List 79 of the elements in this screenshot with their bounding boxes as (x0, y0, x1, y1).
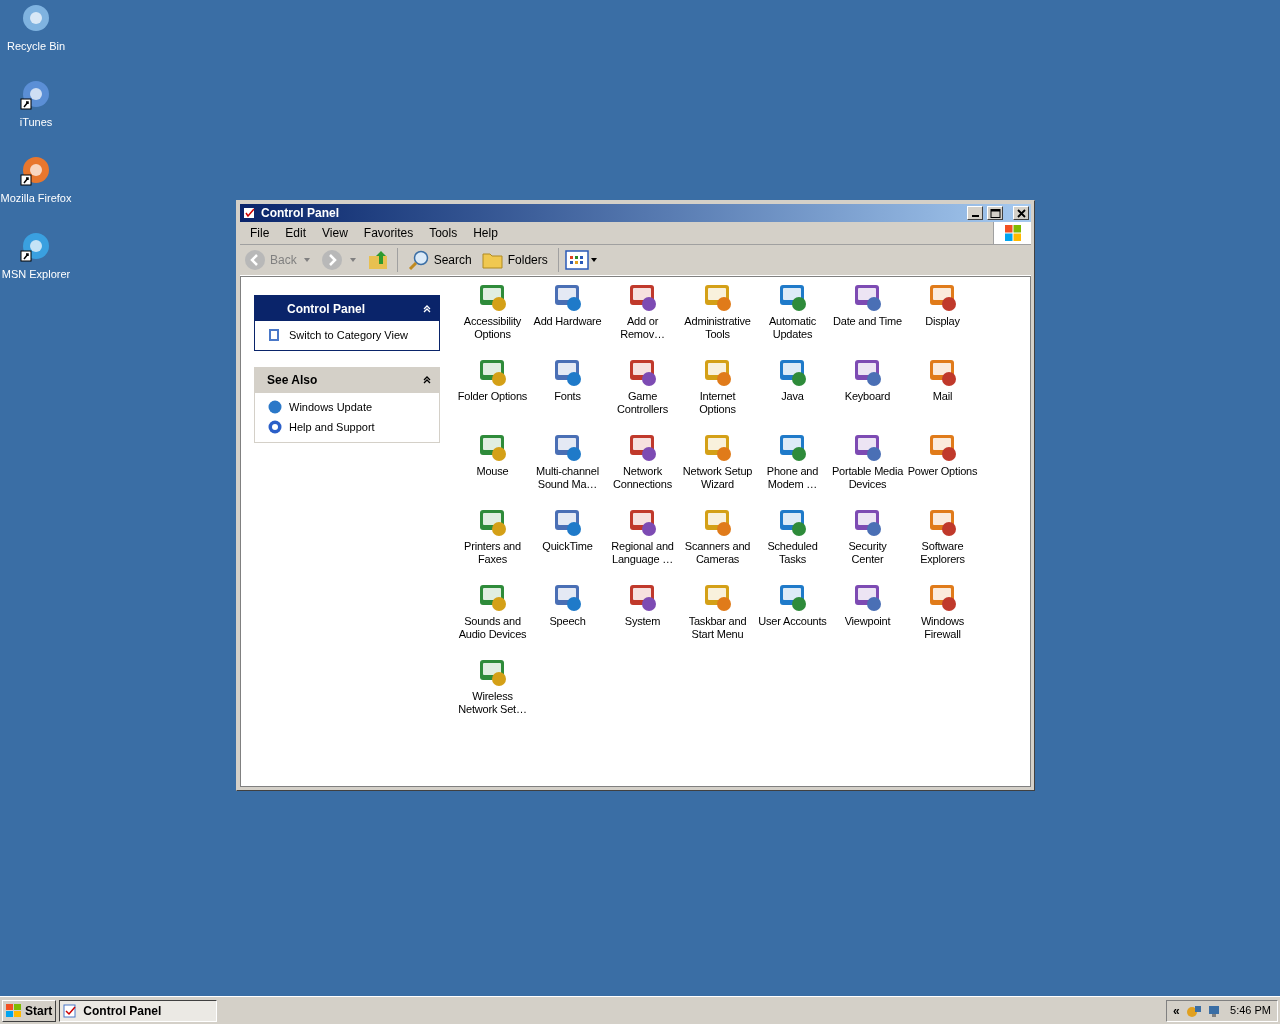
applet-label[interactable]: Phone and Modem … (766, 465, 819, 491)
applet-label[interactable]: Scanners and Cameras (684, 540, 751, 566)
applet-label[interactable]: Regional and Language … (611, 540, 674, 566)
control-panel-icon (243, 206, 257, 220)
applet-label[interactable]: Portable Media Devices (831, 465, 904, 491)
applet-label[interactable]: Software Explorers (920, 540, 965, 566)
applet-label[interactable]: Keyboard (844, 390, 891, 403)
minimize-icon (971, 215, 979, 217)
search-icon (407, 249, 430, 271)
taskbar-button[interactable]: Control Panel (59, 999, 218, 1022)
menu-item[interactable]: Favorites (355, 224, 422, 242)
applet-label[interactable]: Folder Options (457, 390, 528, 403)
clock: 5:46 PM (1230, 1003, 1271, 1019)
task-link[interactable]: Windows Update (289, 398, 373, 415)
applet-label[interactable]: Printers and Faxes (464, 540, 521, 566)
menu-item[interactable]: Tools (421, 224, 466, 242)
task-link[interactable]: Help and Support (289, 419, 375, 436)
close-icon (1015, 207, 1027, 219)
desktop-app-icon[interactable] (20, 154, 52, 186)
dropdown-arrow-icon[interactable] (302, 257, 311, 263)
collapse-icon[interactable] (423, 376, 431, 384)
minimize-button[interactable] (967, 206, 983, 220)
applet-label[interactable]: Automatic Updates (768, 315, 817, 341)
start-button[interactable]: Start (2, 999, 57, 1022)
applet-label[interactable]: Fonts (554, 390, 581, 403)
applet-label[interactable]: Speech (549, 615, 586, 628)
close-button[interactable] (1013, 206, 1029, 220)
menu-item[interactable]: View (314, 224, 356, 242)
applet-label[interactable]: Date and Time (833, 315, 902, 328)
desktop-icon-label[interactable]: MSN Explorer (1, 266, 71, 283)
views-button[interactable] (564, 250, 597, 270)
menu-item[interactable]: File (242, 224, 278, 242)
folder-icon (481, 250, 504, 270)
task-pane-title: See Also (267, 372, 318, 389)
window-title: Control Panel (261, 205, 340, 222)
applet-label[interactable]: Java (781, 390, 804, 403)
desktop-icon-label[interactable]: iTunes (19, 114, 53, 131)
applet-label[interactable]: Taskbar and Start Menu (688, 615, 747, 641)
applet-label[interactable]: Security Center (848, 540, 887, 566)
applet-label[interactable]: Sounds and Audio Devices (458, 615, 527, 641)
applet-label[interactable]: Multi-channel Sound Ma… (536, 465, 599, 491)
maximize-icon (989, 207, 1001, 219)
applet-label[interactable]: Add Hardware (533, 315, 602, 328)
applet-label[interactable]: User Accounts (758, 615, 827, 628)
dropdown-arrow-icon[interactable] (348, 257, 357, 263)
applet-label[interactable]: Viewpoint (844, 615, 891, 628)
task-link[interactable]: Switch to Category View (289, 327, 409, 344)
applet-label[interactable]: Display (925, 315, 960, 328)
applet-label[interactable]: Add or Remov… (620, 315, 665, 341)
show-hidden-icons-button[interactable]: « (1173, 1001, 1180, 1020)
applet-label[interactable]: Power Options (907, 465, 978, 478)
applet-label[interactable]: Network Connections (613, 465, 672, 491)
desktop-app-icon[interactable] (20, 230, 52, 262)
applet-label[interactable]: Game Controllers (617, 390, 668, 416)
menu-item[interactable]: Edit (277, 224, 315, 242)
desktop-icon-label[interactable]: Mozilla Firefox (0, 190, 72, 207)
menu-item[interactable]: Help (465, 224, 506, 242)
applet-label[interactable]: Network Setup Wizard (682, 465, 753, 491)
desktop-icon-label[interactable]: Recycle Bin (6, 38, 66, 55)
applet-label[interactable]: System (624, 615, 661, 628)
applet-label[interactable]: QuickTime (542, 540, 593, 553)
applet-label[interactable]: Mouse (476, 465, 509, 478)
applet-label[interactable]: Wireless Network Set… (458, 690, 527, 716)
folders-button[interactable]: Folders (477, 250, 552, 270)
search-button[interactable]: Search (403, 249, 476, 271)
task-pane-title: Control Panel (287, 300, 365, 318)
applet-label[interactable]: Scheduled Tasks (767, 540, 818, 566)
applet-label[interactable]: Windows Firewall (920, 615, 965, 641)
windows-flag-icon (1003, 224, 1022, 242)
windows-flag-icon (6, 1003, 22, 1018)
applet-label[interactable]: Internet Options (699, 390, 736, 416)
help-icon (267, 419, 283, 436)
applet-label[interactable]: Accessibility Options (463, 315, 522, 341)
maximize-button[interactable] (987, 206, 1003, 220)
desktop-app-icon[interactable] (20, 78, 52, 110)
applet-label[interactable]: Mail (932, 390, 953, 403)
applet-label[interactable]: Administrative Tools (684, 315, 751, 341)
caret-icon (590, 258, 597, 262)
views-grid-icon (564, 250, 589, 270)
